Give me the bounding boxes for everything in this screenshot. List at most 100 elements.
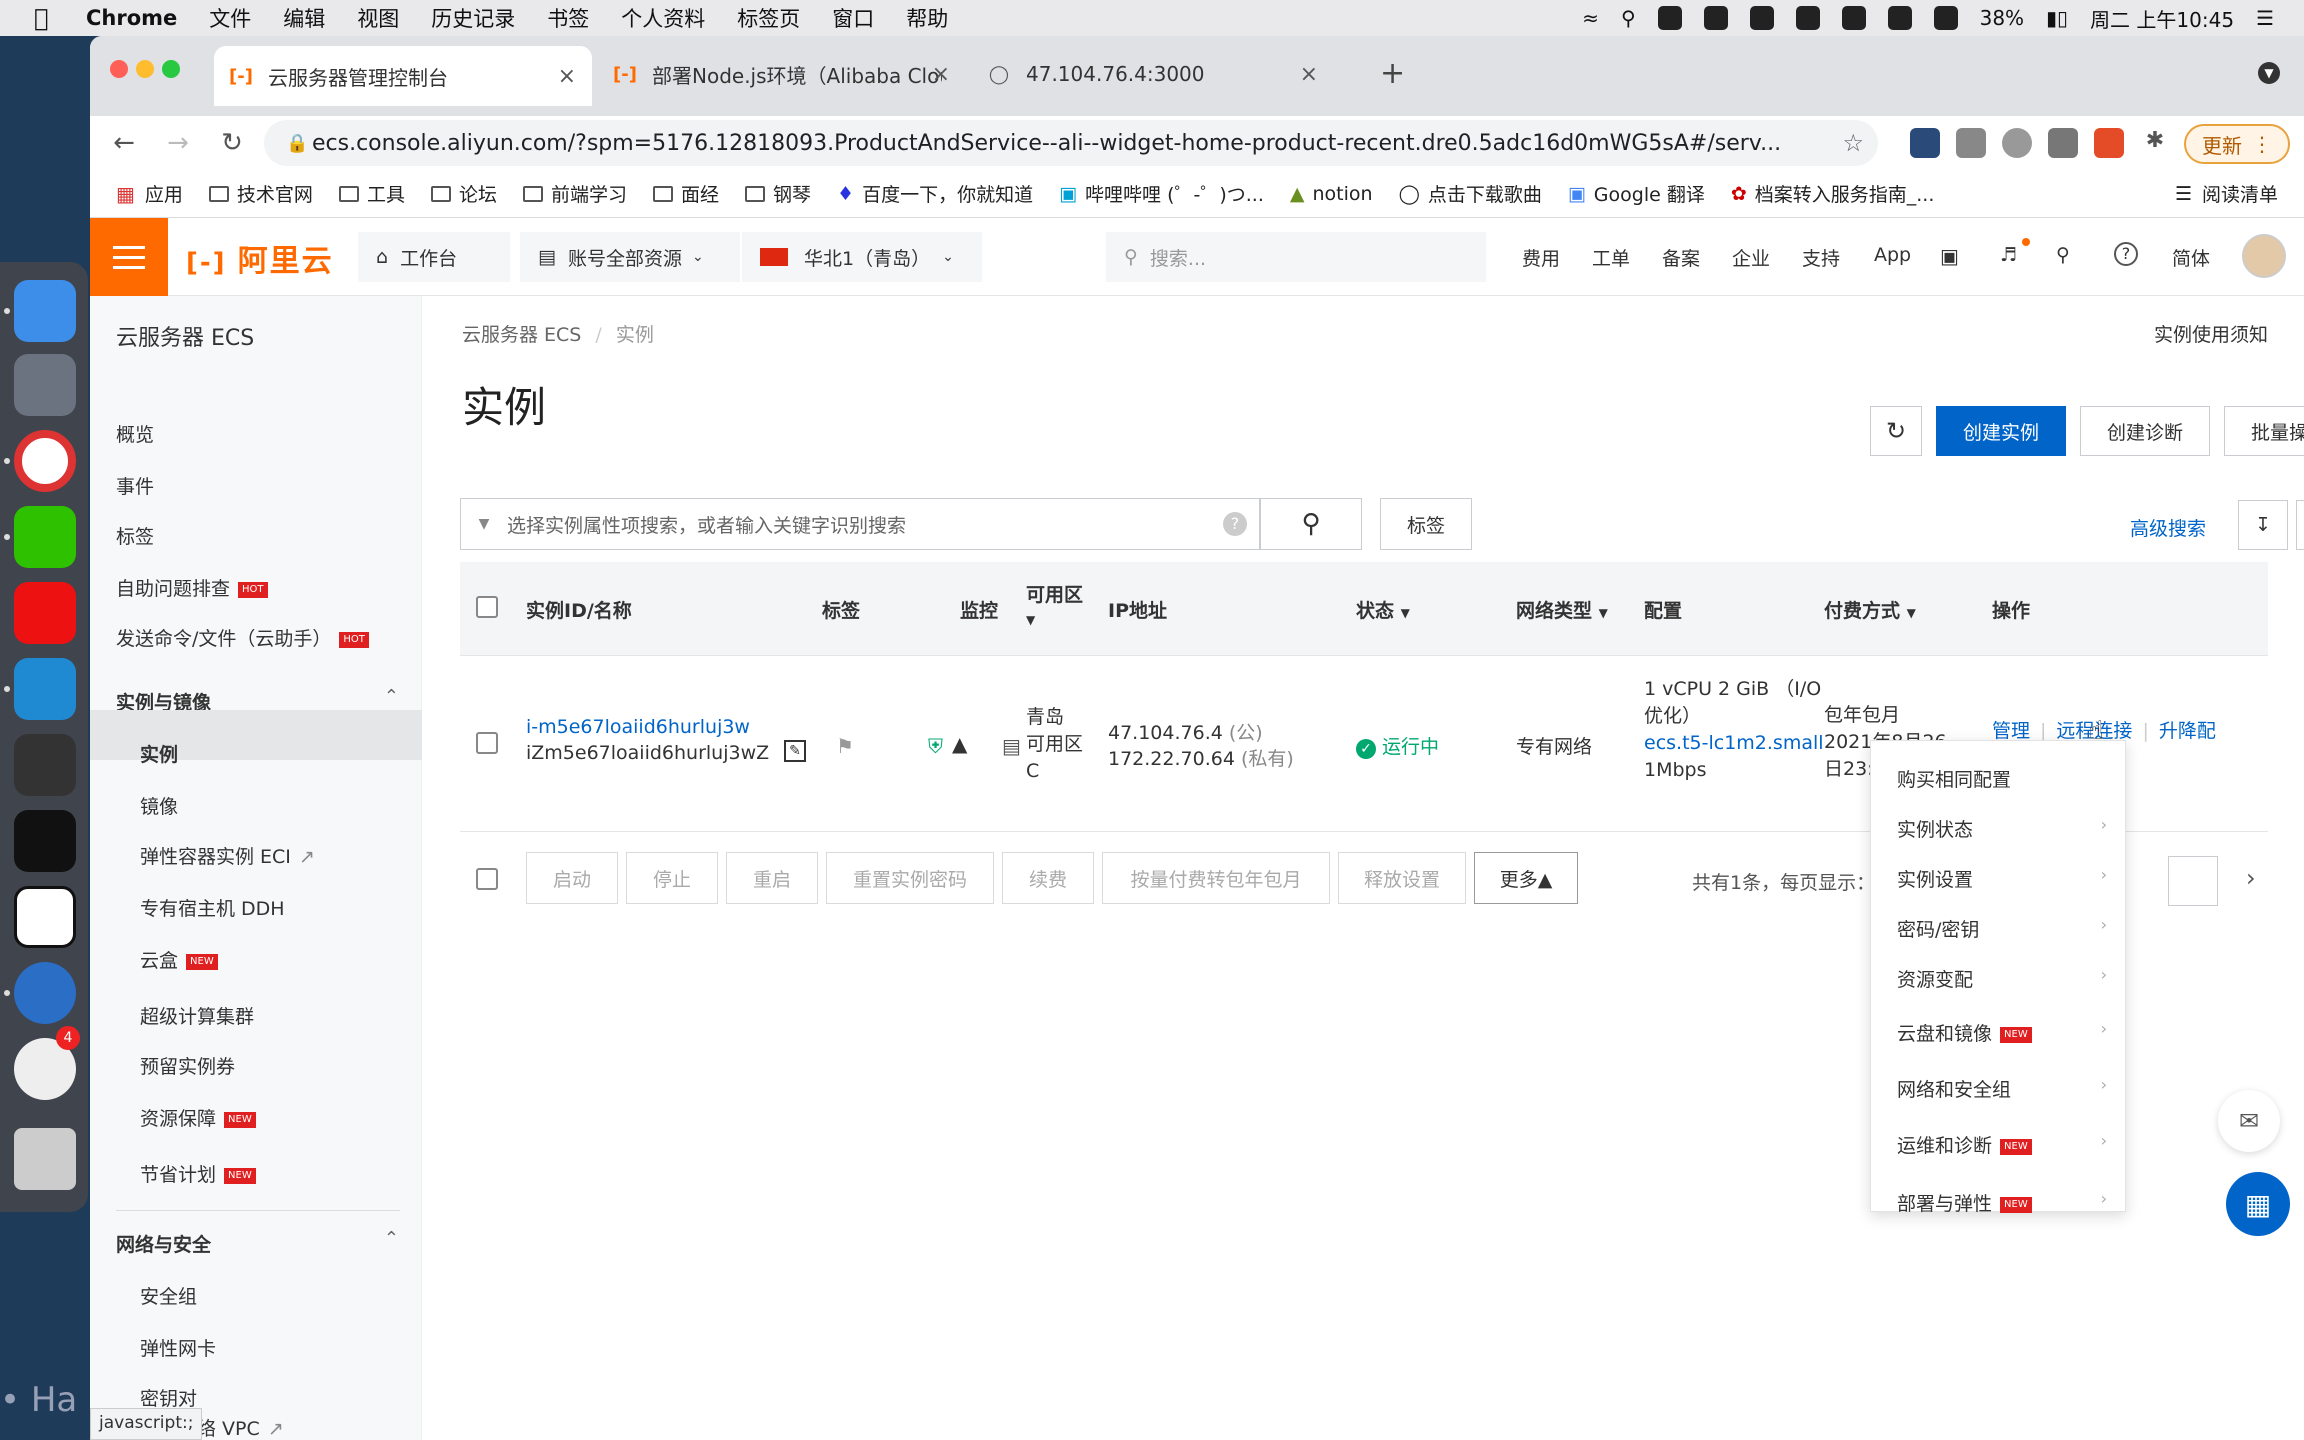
- bell-icon[interactable]: ♬: [2000, 244, 2017, 266]
- nav-billing[interactable]: 费用: [1522, 244, 1560, 271]
- menu-view[interactable]: 视图: [357, 3, 399, 33]
- release-settings-button[interactable]: 释放设置: [1338, 852, 1466, 904]
- extension-icon[interactable]: [2002, 128, 2032, 158]
- menu-item-disk-image[interactable]: 云盘和镜像 NEW ›: [1897, 1019, 2107, 1046]
- sidebar-item-eni[interactable]: 弹性网卡: [140, 1334, 216, 1361]
- breadcrumb-ecs[interactable]: 云服务器 ECS: [462, 324, 581, 346]
- tag-icon[interactable]: ⚑: [836, 734, 854, 758]
- netease-music-icon[interactable]: [14, 582, 76, 644]
- control-center-icon[interactable]: ☰: [2256, 6, 2274, 30]
- menu-item-instance-settings[interactable]: 实例设置 ›: [1897, 865, 2107, 892]
- menu-help[interactable]: 帮助: [906, 3, 948, 33]
- create-instance-button[interactable]: 创建实例: [1936, 406, 2066, 456]
- puzzle-extensions-icon[interactable]: ✱: [2140, 128, 2170, 158]
- language-switch[interactable]: 简体: [2172, 244, 2210, 271]
- extension-icon[interactable]: [2048, 128, 2078, 158]
- workbench-button[interactable]: ⌂ 工作台: [358, 232, 510, 282]
- menu-file[interactable]: 文件: [209, 3, 251, 33]
- sidebar-item-images[interactable]: 镜像: [140, 792, 178, 819]
- menu-item-instance-status[interactable]: 实例状态 ›: [1897, 815, 2107, 842]
- bookmark-archive[interactable]: ✿ 档案转入服务指南_...: [1731, 180, 1935, 207]
- bookmark-baidu[interactable]: ♦ 百度一下，你就知道: [837, 180, 1033, 207]
- col-zone[interactable]: 可用区 ▼: [1026, 580, 1083, 629]
- stop-button[interactable]: 停止: [626, 852, 718, 904]
- close-window-button[interactable]: [110, 60, 128, 78]
- settings-button[interactable]: ⚙: [2296, 500, 2304, 550]
- hamburger-menu-icon[interactable]: [90, 218, 168, 296]
- bookmark-folder[interactable]: 论坛: [430, 180, 497, 207]
- reading-list[interactable]: ☰ 阅读清单: [2175, 180, 2278, 207]
- next-page-icon[interactable]: ›: [2246, 864, 2256, 892]
- chevron-up-icon[interactable]: ⌃: [384, 686, 399, 707]
- sublime-icon[interactable]: [14, 734, 76, 796]
- tab-ecs-console[interactable]: [-] 云服务器管理控制台 ×: [214, 46, 592, 106]
- bulk-select-checkbox[interactable]: [476, 868, 498, 890]
- region-dropdown[interactable]: 华北1（青岛） ⌄: [742, 232, 982, 282]
- row-checkbox[interactable]: [476, 732, 498, 754]
- monitor-chart-icon[interactable]: ▤: [1002, 734, 1021, 758]
- instance-search-input[interactable]: ▼ 选择实例属性项搜索，或者输入关键字识别搜索 ?: [460, 498, 1260, 550]
- search-button[interactable]: ⚲: [1260, 498, 1362, 550]
- siri-icon[interactable]: [1657, 6, 1682, 30]
- battery-icon[interactable]: ▮▯: [2046, 6, 2068, 30]
- status-app-icon[interactable]: [1703, 6, 1728, 30]
- bookmark-bilibili[interactable]: ▣ 哔哩哔哩 (゜-゜)つ...: [1059, 180, 1264, 207]
- menu-item-ops-diagnosis[interactable]: 运维和诊断 NEW ›: [1897, 1131, 2107, 1158]
- sidebar-item-savings-plan[interactable]: 节省计划 NEW: [140, 1160, 256, 1187]
- sidebar-item-hpc[interactable]: 超级计算集群: [140, 1002, 254, 1029]
- instance-id-link[interactable]: i-m5e67loaiid6hurluj3w: [526, 716, 750, 738]
- wechat-icon[interactable]: [14, 506, 76, 568]
- sidebar-item-troubleshoot[interactable]: 自助问题排查 HOT: [116, 574, 268, 601]
- close-tab-icon[interactable]: ×: [932, 62, 950, 87]
- resize-link[interactable]: 升降配: [2159, 720, 2216, 742]
- menu-bookmarks[interactable]: 书签: [547, 3, 589, 33]
- batch-operation-button[interactable]: 批量操作: [2224, 406, 2304, 456]
- convert-billing-button[interactable]: 按量付费转包年包月: [1102, 852, 1330, 904]
- terminal-icon[interactable]: [14, 810, 76, 872]
- instance-type-link[interactable]: ecs.t5-lc1m2.small: [1644, 730, 1834, 757]
- bookmark-apps[interactable]: ▦ 应用: [116, 180, 183, 207]
- bookmark-music[interactable]: ◯ 点击下载歌曲: [1399, 180, 1542, 207]
- sidebar-item-events[interactable]: 事件: [116, 472, 154, 499]
- vscode-icon[interactable]: [14, 658, 76, 720]
- nav-ticket[interactable]: 工单: [1592, 244, 1630, 271]
- bookmark-folder[interactable]: 前端学习: [522, 180, 627, 207]
- reset-password-button[interactable]: 重置实例密码: [826, 852, 994, 904]
- sidebar-item-capacity[interactable]: 资源保障 NEW: [140, 1104, 256, 1131]
- wifi-icon[interactable]: ≈: [1582, 6, 1599, 30]
- start-button[interactable]: 启动: [526, 852, 618, 904]
- sidebar-item-cloud-assistant[interactable]: 发送命令/文件（云助手） HOT: [116, 624, 369, 651]
- help-icon[interactable]: ?: [1223, 512, 1247, 536]
- zoom-window-button[interactable]: [162, 60, 180, 78]
- tab-node-deploy[interactable]: [-] 部署Node.js环境（Alibaba Clou ×: [598, 46, 966, 102]
- chrome-icon[interactable]: [14, 430, 76, 492]
- menu-item-network-security[interactable]: 网络和安全组 ›: [1897, 1075, 2107, 1102]
- reload-icon[interactable]: ↻: [212, 128, 252, 158]
- advanced-search-link[interactable]: 高级搜索: [2130, 514, 2206, 541]
- bookmark-folder[interactable]: 钢琴: [745, 180, 811, 207]
- bookmark-notion[interactable]: ▲ notion: [1290, 183, 1373, 205]
- quick-menu-button[interactable]: ▦: [2226, 1172, 2290, 1236]
- menu-edit[interactable]: 编辑: [283, 3, 325, 33]
- status-app-icon[interactable]: [1933, 6, 1958, 30]
- nav-app[interactable]: App: [1874, 244, 1911, 266]
- menu-window[interactable]: 窗口: [832, 3, 874, 33]
- menu-history[interactable]: 历史记录: [431, 3, 515, 33]
- lock-icon[interactable]: 🔒: [286, 133, 312, 154]
- forward-icon[interactable]: →: [158, 128, 198, 158]
- bulk-renew-button[interactable]: 续费: [1002, 852, 1094, 904]
- address-bar[interactable]: 🔒 ecs.console.aliyun.com/?spm=5176.12818…: [264, 120, 1878, 166]
- export-button[interactable]: ↧: [2238, 500, 2288, 550]
- back-icon[interactable]: ←: [104, 128, 144, 158]
- refresh-button[interactable]: ↻: [1870, 406, 1922, 456]
- bulk-more-button[interactable]: 更多▲: [1474, 852, 1578, 904]
- avatar[interactable]: [2242, 234, 2286, 278]
- notion-icon[interactable]: [14, 886, 76, 948]
- status-app-icon[interactable]: [1749, 6, 1774, 30]
- quicktime-icon[interactable]: [14, 962, 76, 1024]
- status-app-icon[interactable]: [1795, 6, 1820, 30]
- clock[interactable]: 周二 上午10:45: [2090, 4, 2234, 33]
- select-all-checkbox[interactable]: [476, 596, 498, 618]
- col-billing[interactable]: 付费方式 ▼: [1824, 596, 1916, 623]
- page-size-select[interactable]: [2168, 856, 2218, 906]
